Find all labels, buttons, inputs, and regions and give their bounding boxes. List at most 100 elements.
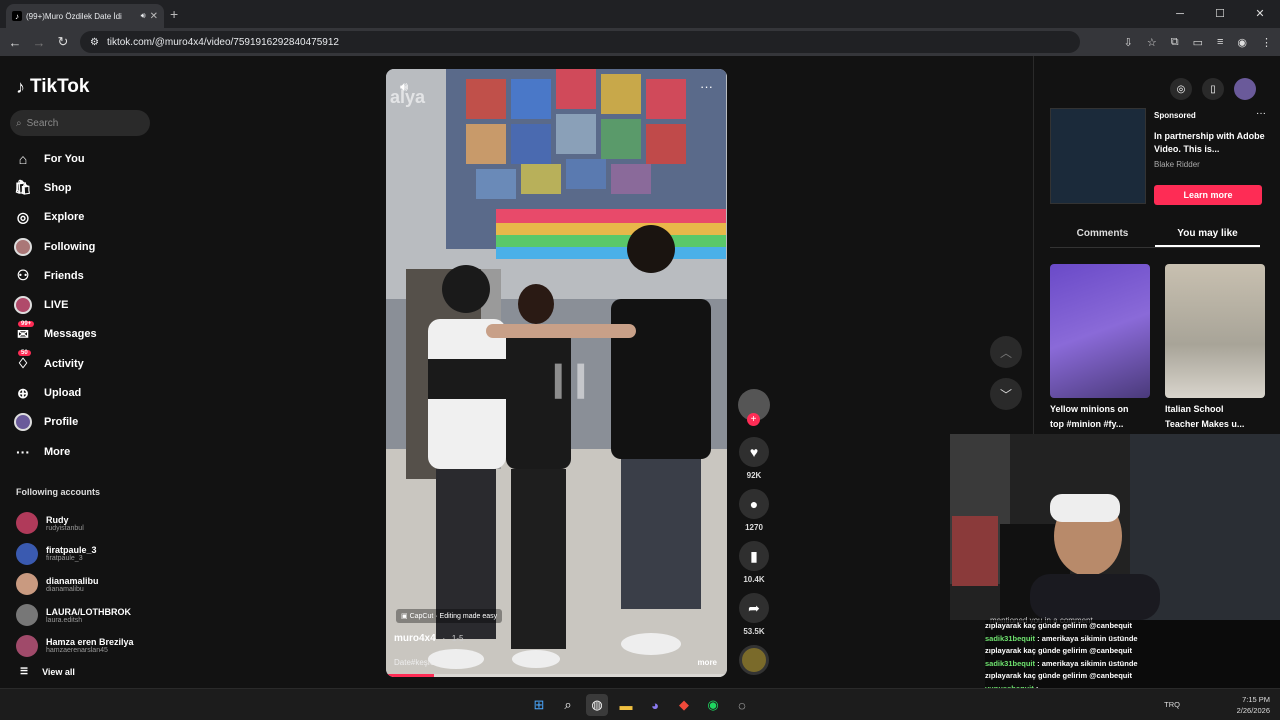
home-icon: ⌂ [18, 150, 28, 167]
speaker-icon[interactable]: 🔊︎ [141, 11, 146, 21]
ad-options-icon[interactable]: ··· [1256, 108, 1266, 119]
save-count: 10.4K [743, 575, 765, 584]
chrome-icon[interactable]: ◍ [586, 694, 608, 716]
folder-icon[interactable]: ▬ [615, 694, 637, 716]
back-button[interactable]: ← [3, 35, 27, 50]
share-icon[interactable]: ➦ [739, 593, 769, 623]
discord-icon[interactable]: ◕ [644, 694, 666, 716]
scroll-down-button[interactable]: ﹀ [990, 378, 1022, 410]
sidebar-item-messages[interactable]: ✉ 99+ Messages [14, 320, 154, 349]
sidebar: ♪ TikTok ⌕ Search ⌂ For You 🛍︎ Shop ◎ Explore… [0, 56, 160, 688]
browser-titlebar: ♪ (99+)Muro Özdilek Date İdi 🔊︎ ✕ + ─ ☐ … [0, 0, 1280, 28]
site-info-icon[interactable]: ⚙ [90, 37, 99, 48]
share-action[interactable]: ➦ 53.5K [735, 593, 773, 636]
view-all-button[interactable]: ☰ View all [20, 666, 75, 677]
logo-text: TikTok [30, 76, 90, 97]
sidebar-item-shop[interactable]: 🛍︎ Shop [14, 173, 154, 202]
following-account[interactable]: firatpaule_3 firatpaule_3 [16, 539, 156, 570]
chat-text: zıplayarak kaç günde gelirim @canbequit [985, 671, 1132, 680]
maximize-button[interactable]: ☐ [1200, 0, 1240, 28]
comment-action[interactable]: ● 1270 [735, 489, 773, 532]
activity-icon: ♢ [16, 355, 30, 372]
ad-thumbnail[interactable] [1050, 108, 1146, 204]
forward-button[interactable]: → [27, 35, 51, 50]
save-action[interactable]: ▮ 10.4K [735, 541, 773, 584]
learn-more-button[interactable]: Learn more [1154, 185, 1262, 205]
explore-compass-icon[interactable]: ◎ [1170, 78, 1192, 100]
extensions-icon[interactable]: ⧉ [1171, 36, 1179, 49]
close-tab-icon[interactable]: ✕ [150, 11, 158, 22]
scroll-up-button[interactable]: ︿ [990, 336, 1022, 368]
bookmark-star-icon[interactable]: ☆ [1147, 36, 1157, 49]
following-account[interactable]: dianamalibu dianamalibu [16, 569, 156, 600]
list-icon: ☰ [20, 666, 29, 676]
account-handle: dianamalibu [46, 585, 84, 593]
sidebar-item-profile[interactable]: Profile [14, 408, 154, 437]
tiktok-logo[interactable]: ♪ TikTok [16, 76, 89, 98]
tab-comments[interactable]: Comments [1050, 224, 1155, 247]
heart-icon[interactable]: ♥ [739, 437, 769, 467]
sidebar-item-more[interactable]: ··· More [14, 437, 154, 466]
like-action[interactable]: ♥ 92K [735, 437, 773, 480]
game-app-icon[interactable]: ◆ [673, 694, 695, 716]
capcut-tag[interactable]: ▣ CapCut · Editing made easy [396, 609, 503, 623]
suggested-video-card[interactable]: Yellow minions on top #minion #fy... [1050, 264, 1150, 432]
suggested-thumbnail[interactable] [1050, 264, 1150, 398]
pause-icon[interactable]: ❙❙ [544, 359, 595, 399]
music-disc-icon[interactable] [739, 645, 769, 675]
sidebar-item-explore[interactable]: ◎ Explore [14, 203, 154, 232]
sidebar-item-for-you[interactable]: ⌂ For You [14, 144, 154, 173]
account-text: Hamza eren Brezilya hamzaerenarslan45 [46, 637, 134, 654]
install-app-icon[interactable]: ⇩ [1124, 36, 1133, 49]
account-text: dianamalibu dianamalibu [46, 576, 99, 593]
account-handle: rudyistanbul [46, 524, 84, 532]
new-tab-button[interactable]: + [170, 6, 178, 22]
more-button[interactable]: more [697, 658, 717, 667]
device-icon[interactable]: ▯ [1202, 78, 1224, 100]
suggested-video-card[interactable]: Italian School Teacher Makes u... [1165, 264, 1265, 432]
search-input[interactable]: ⌕ Search [10, 110, 150, 136]
following-account[interactable]: Rudy rudyistanbul [16, 508, 156, 539]
sidebar-item-label: For You [44, 152, 85, 165]
windows-start-icon[interactable]: ⊞ [528, 694, 550, 716]
video-player[interactable]: alya 🔊︎ ··· ❙❙ ▣ CapCut · Editing made e… [386, 69, 727, 677]
video-options-icon[interactable]: ··· [700, 79, 713, 94]
follow-plus-icon[interactable]: + [747, 413, 760, 426]
split-view-icon[interactable]: ▭ [1193, 36, 1203, 49]
close-window-button[interactable]: ✕ [1240, 0, 1280, 28]
bookmark-icon[interactable]: ▮ [739, 541, 769, 571]
app-icon[interactable]: ◌ [731, 694, 753, 716]
search-icon[interactable]: ⌕ [557, 694, 579, 716]
following-account[interactable]: LAURA/LOTHBROK laura.editsh [16, 600, 156, 631]
video-progress-bar[interactable] [386, 674, 727, 677]
spotify-icon[interactable]: ◉ [702, 694, 724, 716]
sidebar-item-label: Upload [44, 387, 82, 400]
more-icon: ··· [16, 443, 30, 460]
profile-avatar-icon[interactable]: ◉ [1237, 36, 1247, 49]
sidebar-item-label: Explore [44, 211, 85, 224]
video-author[interactable]: muro4x4 · 1-5 [394, 633, 463, 644]
sidebar-item-activity[interactable]: ♢ 50 Activity [14, 349, 154, 378]
tab-you-may-like[interactable]: You may like [1155, 224, 1260, 247]
sidebar-item-following[interactable]: Following [14, 232, 154, 261]
browser-tab[interactable]: ♪ (99+)Muro Özdilek Date İdi 🔊︎ ✕ [6, 4, 164, 28]
media-control-icon[interactable]: ≡ [1217, 36, 1223, 48]
suggested-thumbnail[interactable] [1165, 264, 1265, 398]
sidebar-item-upload[interactable]: ⊕ Upload [14, 378, 154, 407]
user-avatar[interactable] [1234, 78, 1256, 100]
sponsored-label: Sponsored [1154, 111, 1196, 120]
system-clock[interactable]: 7:15 PM 2/26/2026 [1237, 694, 1270, 716]
comment-icon[interactable]: ● [739, 489, 769, 519]
minimize-button[interactable]: ─ [1160, 0, 1200, 28]
reload-button[interactable]: ↻ [51, 34, 75, 50]
menu-kebab-icon[interactable]: ⋮ [1261, 36, 1272, 49]
sidebar-item-friends[interactable]: ⚇ Friends [14, 261, 154, 290]
volume-icon[interactable]: 🔊︎ [400, 79, 408, 95]
sidebar-item-live[interactable]: LIVE [14, 290, 154, 319]
rainbow-canopy [496, 209, 726, 259]
creator-avatar[interactable]: + [738, 389, 770, 426]
following-account[interactable]: Hamza eren Brezilya hamzaerenarslan45 [16, 630, 156, 661]
input-language[interactable]: TRQ [1164, 700, 1180, 709]
ad-title[interactable]: In partnership with Adobe Video. This is… [1154, 130, 1272, 156]
address-bar[interactable]: ⚙ tiktok.com/@muro4x4/video/759191629284… [80, 31, 1080, 53]
